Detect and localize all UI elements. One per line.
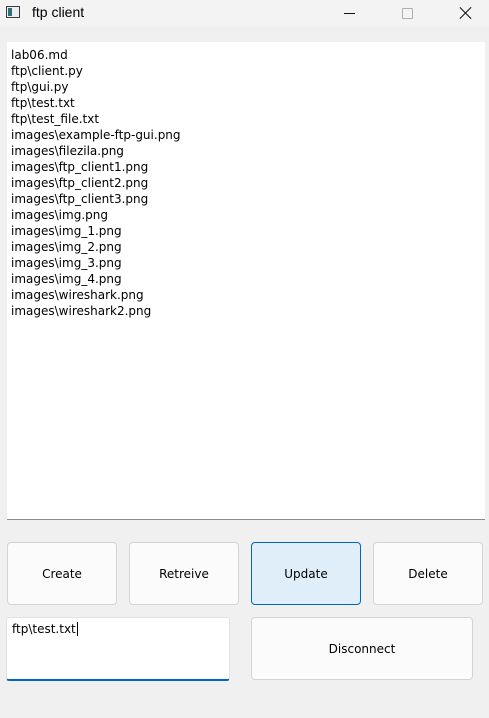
path-input[interactable]: ftp\test.txt bbox=[6, 617, 230, 681]
file-list-item[interactable]: images\img_4.png bbox=[11, 271, 485, 287]
file-list-item[interactable]: images\filezila.png bbox=[11, 143, 485, 159]
file-list-item[interactable]: images\img_1.png bbox=[11, 223, 485, 239]
minimize-icon bbox=[343, 12, 355, 14]
file-list-item[interactable]: images\ftp_client1.png bbox=[11, 159, 485, 175]
file-list-item[interactable]: images\ftp_client3.png bbox=[11, 191, 485, 207]
file-list[interactable]: lab06.md ftp\client.py ftp\gui.py ftp\test.… bbox=[7, 42, 485, 520]
close-icon bbox=[459, 6, 473, 20]
maximize-button[interactable] bbox=[384, 0, 430, 26]
title-bar: ftp client bbox=[0, 0, 489, 26]
file-list-item[interactable]: ftp\client.py bbox=[11, 63, 485, 79]
file-list-item[interactable]: images\wireshark.png bbox=[11, 287, 485, 303]
update-button[interactable]: Update bbox=[251, 542, 361, 605]
file-list-item[interactable]: images\ftp_client2.png bbox=[11, 175, 485, 191]
path-input-value: ftp\test.txt bbox=[12, 622, 76, 636]
retrieve-button[interactable]: Retreive bbox=[129, 542, 239, 605]
file-list-item[interactable]: ftp\gui.py bbox=[11, 79, 485, 95]
file-list-item[interactable]: images\example-ftp-gui.png bbox=[11, 127, 485, 143]
close-button[interactable] bbox=[443, 0, 489, 26]
file-list-item[interactable]: images\img_3.png bbox=[11, 255, 485, 271]
file-list-item[interactable]: images\img_2.png bbox=[11, 239, 485, 255]
create-button[interactable]: Create bbox=[7, 542, 117, 605]
disconnect-button[interactable]: Disconnect bbox=[251, 617, 473, 680]
file-list-item[interactable]: ftp\test_file.txt bbox=[11, 111, 485, 127]
file-list-item[interactable]: lab06.md bbox=[11, 47, 485, 63]
delete-button[interactable]: Delete bbox=[373, 542, 483, 605]
file-list-item[interactable]: ftp\test.txt bbox=[11, 95, 485, 111]
file-list-item[interactable]: images\img.png bbox=[11, 207, 485, 223]
minimize-button[interactable] bbox=[326, 0, 372, 26]
window-title: ftp client bbox=[32, 4, 85, 20]
text-caret bbox=[76, 622, 78, 636]
maximize-icon bbox=[401, 7, 413, 19]
app-window-icon bbox=[6, 6, 20, 18]
file-list-item[interactable]: images\wireshark2.png bbox=[11, 303, 485, 319]
